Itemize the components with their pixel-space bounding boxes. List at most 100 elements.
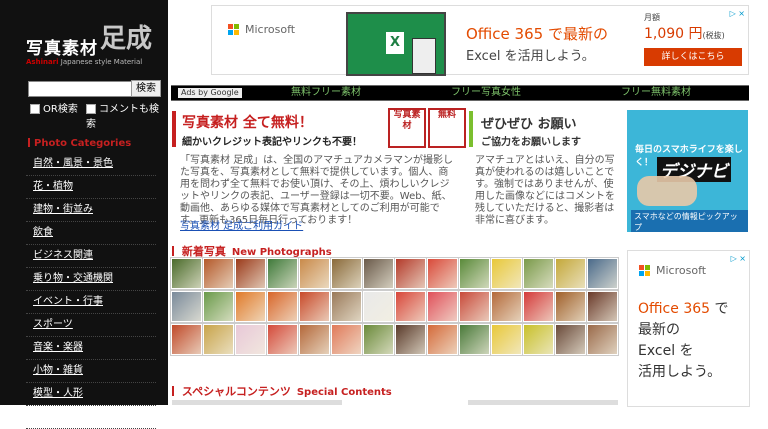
hand-phone-image <box>637 176 697 206</box>
request-text: アマチュアとはいえ、自分の写真が使われるのは嬉しいことです。強制ではありませんが… <box>475 155 615 226</box>
photo-thumbnail[interactable] <box>491 258 522 289</box>
price-box: 月額 1,090 円(税抜) 詳しくはこちら <box>644 12 742 68</box>
category-item[interactable]: 人物 <box>26 406 156 429</box>
photo-thumbnail[interactable] <box>331 324 362 355</box>
photo-thumbnail[interactable] <box>587 324 618 355</box>
photo-thumbnail[interactable] <box>299 291 330 322</box>
photo-thumbnail[interactable] <box>203 324 234 355</box>
ad-subtitle: Excel を活用しよう。 <box>466 49 595 64</box>
photo-thumbnail[interactable] <box>459 258 490 289</box>
category-item[interactable]: 建物・街並み <box>26 199 156 222</box>
photo-thumbnail[interactable] <box>395 258 426 289</box>
search-input[interactable] <box>28 81 132 97</box>
photo-thumbnail[interactable] <box>267 291 298 322</box>
categories-heading: Photo Categories <box>28 138 131 149</box>
ad-cta-button[interactable]: 詳しくはこちら <box>644 48 742 66</box>
side-ad-microsoft[interactable]: Microsoft Office 365 で 最新の Excel を 活用しよう… <box>627 250 750 407</box>
category-item[interactable]: 模型・人形 <box>26 383 156 406</box>
nav-link[interactable]: フリー写真女性 <box>421 86 551 100</box>
photo-thumbnail[interactable] <box>395 291 426 322</box>
photo-thumbnail[interactable] <box>427 291 458 322</box>
photo-thumbnail[interactable] <box>267 324 298 355</box>
photo-thumbnail[interactable] <box>523 324 554 355</box>
free-banner-subtitle: 細かいクレジット表記やリンクも不要！ <box>182 137 362 148</box>
photo-thumbnail[interactable] <box>299 324 330 355</box>
side-ad-text: Office 365 で 最新の Excel を 活用しよう。 <box>638 301 729 380</box>
category-item[interactable]: 飲食 <box>26 222 156 245</box>
photo-thumbnail[interactable] <box>331 258 362 289</box>
photo-thumbnail[interactable] <box>235 258 266 289</box>
photo-thumbnail[interactable] <box>331 291 362 322</box>
photo-thumbnail[interactable] <box>523 258 554 289</box>
photo-thumbnail[interactable] <box>171 258 202 289</box>
photo-thumbnail[interactable] <box>555 324 586 355</box>
photo-thumbnail[interactable] <box>299 258 330 289</box>
ads-by-google[interactable]: Ads by Google <box>178 88 242 98</box>
microsoft-logo-icon <box>639 265 651 277</box>
photo-thumbnail[interactable] <box>235 291 266 322</box>
photo-thumbnail[interactable] <box>203 291 234 322</box>
site-logo[interactable]: 写真素材 足成 Ashinari Japanese style Material <box>22 24 172 68</box>
ad-title: Office 365 で最新の <box>466 25 608 43</box>
photo-thumbnail[interactable] <box>491 324 522 355</box>
request-banner-title: ぜひぜひ お願い <box>481 117 577 132</box>
category-item[interactable]: 花・植物 <box>26 176 156 199</box>
category-item[interactable]: ビジネス関連 <box>26 245 156 268</box>
photo-thumbnail[interactable] <box>523 291 554 322</box>
price: 1,090 円(税抜) <box>644 26 725 42</box>
category-item[interactable]: 乗り物・交通機関 <box>26 268 156 291</box>
special-contents-heading: スペシャルコンテンツ Special Contents <box>172 383 392 399</box>
category-item[interactable]: スポーツ <box>26 314 156 337</box>
photo-thumbnail[interactable] <box>427 324 458 355</box>
request-banner-subtitle: ご協力をお願いします <box>481 137 581 148</box>
excel-icon: X <box>386 32 404 54</box>
stamp-icon: 写真素材 <box>388 108 426 148</box>
adchoices-icon[interactable]: ▷ × <box>731 254 746 263</box>
side-ad-dejinavi[interactable]: 毎日のスマホライフを楽しく！ デジナビ スマホなどの情報ピックアップ <box>627 110 748 232</box>
photo-thumbnail[interactable] <box>363 291 394 322</box>
photo-thumbnail[interactable] <box>171 291 202 322</box>
photo-thumbnail[interactable] <box>363 258 394 289</box>
usage-guide-link[interactable]: 写真素材 足成ご利用ガイド <box>180 217 303 232</box>
photo-thumbnail[interactable] <box>363 324 394 355</box>
category-item[interactable]: 音楽・楽器 <box>26 337 156 360</box>
free-banner: 写真素材 全て無料！ 細かいクレジット表記やリンクも不要！ 写真素材 無料 <box>172 108 468 148</box>
photo-thumbnail[interactable] <box>491 291 522 322</box>
top-ad-banner[interactable]: Microsoft X Office 365 で最新の Excel を活用しよう… <box>211 5 749 76</box>
photo-thumbnail[interactable] <box>459 291 490 322</box>
photo-thumbnail[interactable] <box>427 258 458 289</box>
side-ad-line: スマホなどの情報ピックアップ <box>631 210 748 232</box>
category-item[interactable]: 自然・風景・景色 <box>26 153 156 176</box>
photo-thumbnail[interactable] <box>587 291 618 322</box>
nav-link[interactable]: フリー無料素材 <box>591 86 721 100</box>
or-search-checkbox[interactable]: OR検索 <box>30 100 78 115</box>
photo-thumbnail[interactable] <box>587 258 618 289</box>
adchoices-icon[interactable]: ▷ × <box>730 9 745 18</box>
photo-thumbnail[interactable] <box>267 258 298 289</box>
logo-text: 写真素材 <box>26 39 98 59</box>
photo-thumbnail[interactable] <box>555 258 586 289</box>
comment-search-checkbox[interactable]: コメントも検索 <box>86 100 168 130</box>
free-banner-title: 写真素材 全て無料！ <box>182 115 313 131</box>
microsoft-logo-icon <box>228 24 240 36</box>
checkbox-icon <box>86 104 96 114</box>
price-label: 月額 <box>644 13 660 22</box>
checkbox-icon <box>30 104 40 114</box>
photo-thumbnail[interactable] <box>459 324 490 355</box>
photo-thumbnail[interactable] <box>203 258 234 289</box>
sidebar: 写真素材 足成 Ashinari Japanese style Material… <box>0 0 168 429</box>
special-contents-strip <box>172 400 622 405</box>
category-item[interactable]: 小物・雑貨 <box>26 360 156 383</box>
new-photos-heading: 新着写真 New Photographs <box>172 243 332 259</box>
request-banner: ぜひぜひ お願い ご協力をお願いします <box>469 111 623 148</box>
ad-brand: Microsoft <box>656 264 707 277</box>
category-list: 自然・風景・景色 花・植物 建物・街並み 飲食 ビジネス関連 乗り物・交通機関 … <box>26 153 156 429</box>
search-button[interactable]: 検索 <box>131 80 161 97</box>
photo-thumbnail[interactable] <box>395 324 426 355</box>
photo-thumbnail[interactable] <box>171 324 202 355</box>
category-item[interactable]: イベント・行事 <box>26 291 156 314</box>
nav-link[interactable]: 無料フリー素材 <box>261 86 391 100</box>
photo-thumbnail[interactable] <box>235 324 266 355</box>
ad-brand: Microsoft <box>245 23 296 36</box>
photo-thumbnail[interactable] <box>555 291 586 322</box>
